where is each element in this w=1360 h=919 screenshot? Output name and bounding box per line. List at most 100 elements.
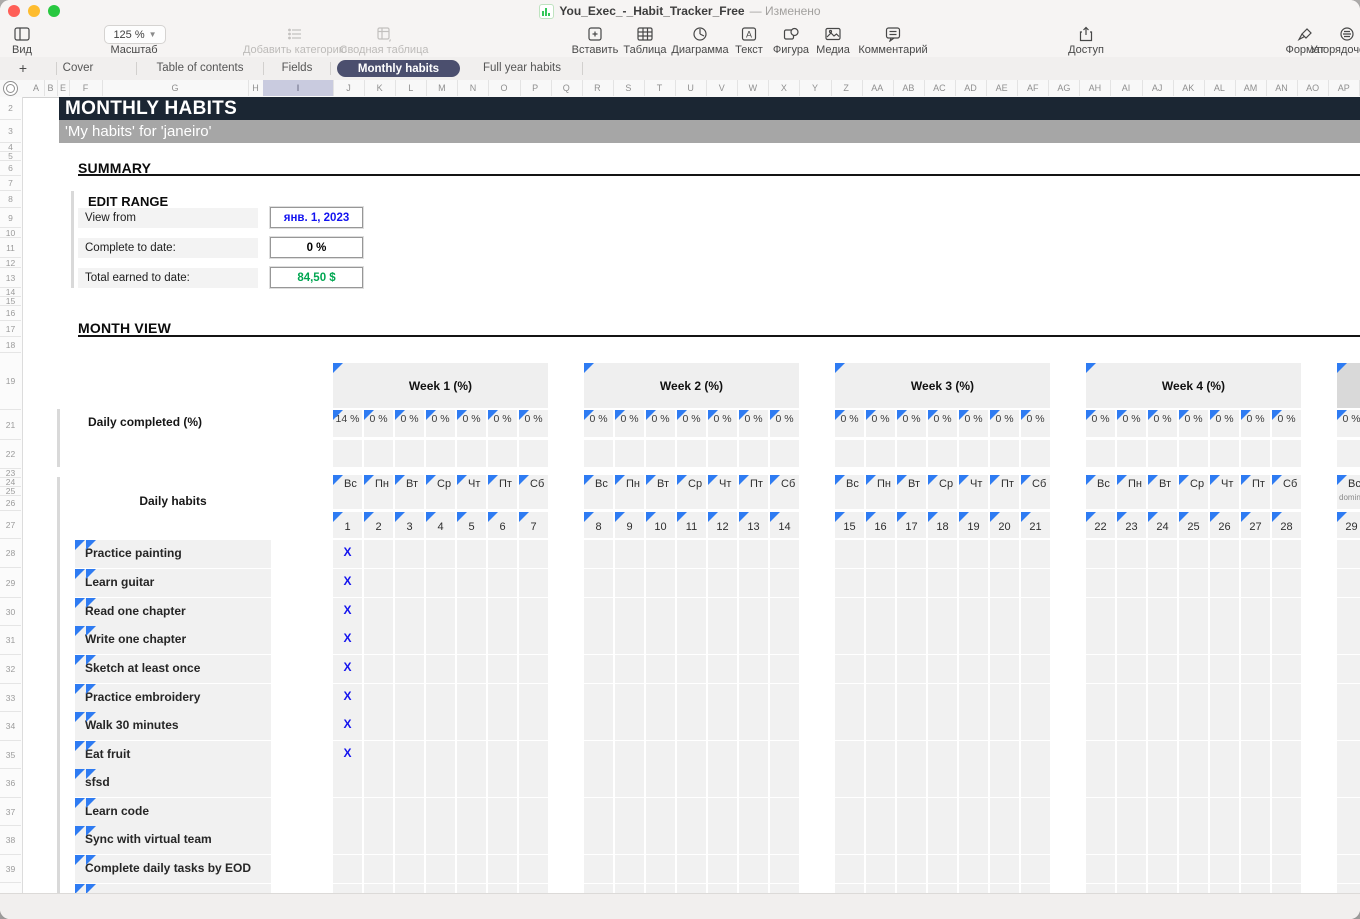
habit-day-cell[interactable]	[488, 626, 517, 654]
habit-day-cell[interactable]	[1148, 798, 1177, 826]
week-header[interactable]: Week 1 (%)	[333, 363, 548, 408]
day-name-cell[interactable]: Ср	[1179, 475, 1208, 509]
habit-day-cell[interactable]	[959, 855, 988, 883]
habit-day-cell[interactable]	[426, 598, 455, 626]
habit-day-cell[interactable]	[457, 598, 486, 626]
habit-day-cell[interactable]	[866, 855, 895, 883]
habit-label-cell[interactable]: Learn guitar	[75, 569, 271, 597]
habit-day-cell[interactable]: X	[333, 569, 362, 597]
habit-day-cell[interactable]	[1337, 569, 1360, 597]
habit-day-cell[interactable]	[770, 626, 799, 654]
habit-day-cell[interactable]	[584, 741, 613, 769]
habit-day-cell[interactable]	[959, 569, 988, 597]
habit-day-cell[interactable]	[457, 712, 486, 740]
habit-day-cell[interactable]	[770, 540, 799, 568]
habit-label-cell[interactable]: sfsd	[75, 769, 271, 797]
habit-day-cell[interactable]	[1179, 540, 1208, 568]
habit-day-cell[interactable]	[1337, 598, 1360, 626]
empty-cell[interactable]	[395, 440, 424, 467]
daily-completed-cell[interactable]: 0 %	[708, 410, 737, 437]
habit-day-cell[interactable]	[928, 626, 957, 654]
habit-day-cell[interactable]	[1086, 598, 1115, 626]
habit-day-cell[interactable]	[1337, 741, 1360, 769]
habit-day-cell[interactable]	[1117, 798, 1146, 826]
habit-day-cell[interactable]	[426, 569, 455, 597]
habit-day-cell[interactable]	[1086, 769, 1115, 797]
habit-day-cell[interactable]	[584, 712, 613, 740]
habit-day-cell[interactable]	[1086, 741, 1115, 769]
habit-day-cell[interactable]	[928, 798, 957, 826]
habit-day-cell[interactable]	[835, 798, 864, 826]
habit-day-cell[interactable]	[1179, 569, 1208, 597]
habit-day-cell[interactable]	[488, 540, 517, 568]
habit-day-cell[interactable]	[1179, 741, 1208, 769]
habit-label-cell[interactable]: Walk 30 minutes	[75, 712, 271, 740]
habit-day-cell[interactable]	[333, 826, 362, 854]
day-name-cell[interactable]: Пн	[866, 475, 895, 509]
habit-day-cell[interactable]	[1210, 598, 1239, 626]
habit-day-cell[interactable]	[426, 741, 455, 769]
habit-day-cell[interactable]	[364, 655, 393, 683]
habit-day-cell[interactable]	[1179, 655, 1208, 683]
habit-day-cell[interactable]	[457, 826, 486, 854]
empty-cell[interactable]	[1179, 440, 1208, 467]
daily-completed-cell[interactable]: 0 %	[677, 410, 706, 437]
habit-day-cell[interactable]	[1148, 569, 1177, 597]
habit-day-cell[interactable]	[897, 855, 926, 883]
habit-day-cell[interactable]	[928, 712, 957, 740]
habit-day-cell[interactable]	[866, 684, 895, 712]
habit-day-cell[interactable]	[488, 655, 517, 683]
habit-day-cell[interactable]	[426, 655, 455, 683]
habit-day-cell[interactable]	[835, 569, 864, 597]
day-name-cell[interactable]: Вт	[646, 475, 675, 509]
habit-day-cell[interactable]	[364, 826, 393, 854]
day-name-cell[interactable]: Сб	[519, 475, 548, 509]
habit-day-cell[interactable]	[488, 855, 517, 883]
habit-day-cell[interactable]	[866, 655, 895, 683]
habit-day-cell[interactable]	[959, 655, 988, 683]
habit-day-cell[interactable]	[1210, 684, 1239, 712]
daily-completed-cell[interactable]: 0 %	[488, 410, 517, 437]
empty-cell[interactable]	[615, 440, 644, 467]
habit-day-cell[interactable]	[1148, 655, 1177, 683]
habit-day-cell[interactable]	[615, 626, 644, 654]
habit-day-cell[interactable]	[897, 569, 926, 597]
habit-day-cell[interactable]	[333, 798, 362, 826]
habit-label-cell[interactable]: Eat fruit	[75, 741, 271, 769]
habit-day-cell[interactable]	[1021, 798, 1050, 826]
day-name-cell[interactable]: Ср	[677, 475, 706, 509]
total-earned-value[interactable]: 84,50 $	[270, 267, 363, 288]
habit-day-cell[interactable]	[1210, 826, 1239, 854]
empty-cell[interactable]	[739, 440, 768, 467]
habit-day-cell[interactable]	[708, 684, 737, 712]
habit-label-cell[interactable]: Practice embroidery	[75, 684, 271, 712]
date-cell[interactable]: 28	[1272, 512, 1301, 538]
habit-day-cell[interactable]	[364, 798, 393, 826]
habit-day-cell[interactable]	[1021, 741, 1050, 769]
week-header[interactable]	[1337, 363, 1360, 408]
habit-day-cell[interactable]	[835, 741, 864, 769]
habit-day-cell[interactable]	[1241, 826, 1270, 854]
empty-cell[interactable]	[1272, 440, 1301, 467]
habit-day-cell[interactable]	[395, 769, 424, 797]
habit-day-cell[interactable]	[770, 741, 799, 769]
habit-day-cell[interactable]	[1241, 855, 1270, 883]
habit-day-cell[interactable]	[1272, 684, 1301, 712]
habit-day-cell[interactable]	[1148, 769, 1177, 797]
date-cell[interactable]: 24	[1148, 512, 1177, 538]
habit-day-cell[interactable]	[615, 598, 644, 626]
habit-day-cell[interactable]	[990, 540, 1019, 568]
habit-label-cell[interactable]: Sketch at least once	[75, 655, 271, 683]
empty-cell[interactable]	[519, 440, 548, 467]
habit-day-cell[interactable]	[835, 826, 864, 854]
habit-day-cell[interactable]	[364, 540, 393, 568]
week-header[interactable]: Week 3 (%)	[835, 363, 1050, 408]
habit-day-cell[interactable]	[990, 769, 1019, 797]
habit-day-cell[interactable]	[1272, 598, 1301, 626]
daily-completed-cell[interactable]: 0 %	[1272, 410, 1301, 437]
habit-day-cell[interactable]: X	[333, 598, 362, 626]
habit-day-cell[interactable]	[584, 684, 613, 712]
habit-day-cell[interactable]	[708, 598, 737, 626]
habit-day-cell[interactable]	[928, 769, 957, 797]
habit-day-cell[interactable]	[1210, 798, 1239, 826]
